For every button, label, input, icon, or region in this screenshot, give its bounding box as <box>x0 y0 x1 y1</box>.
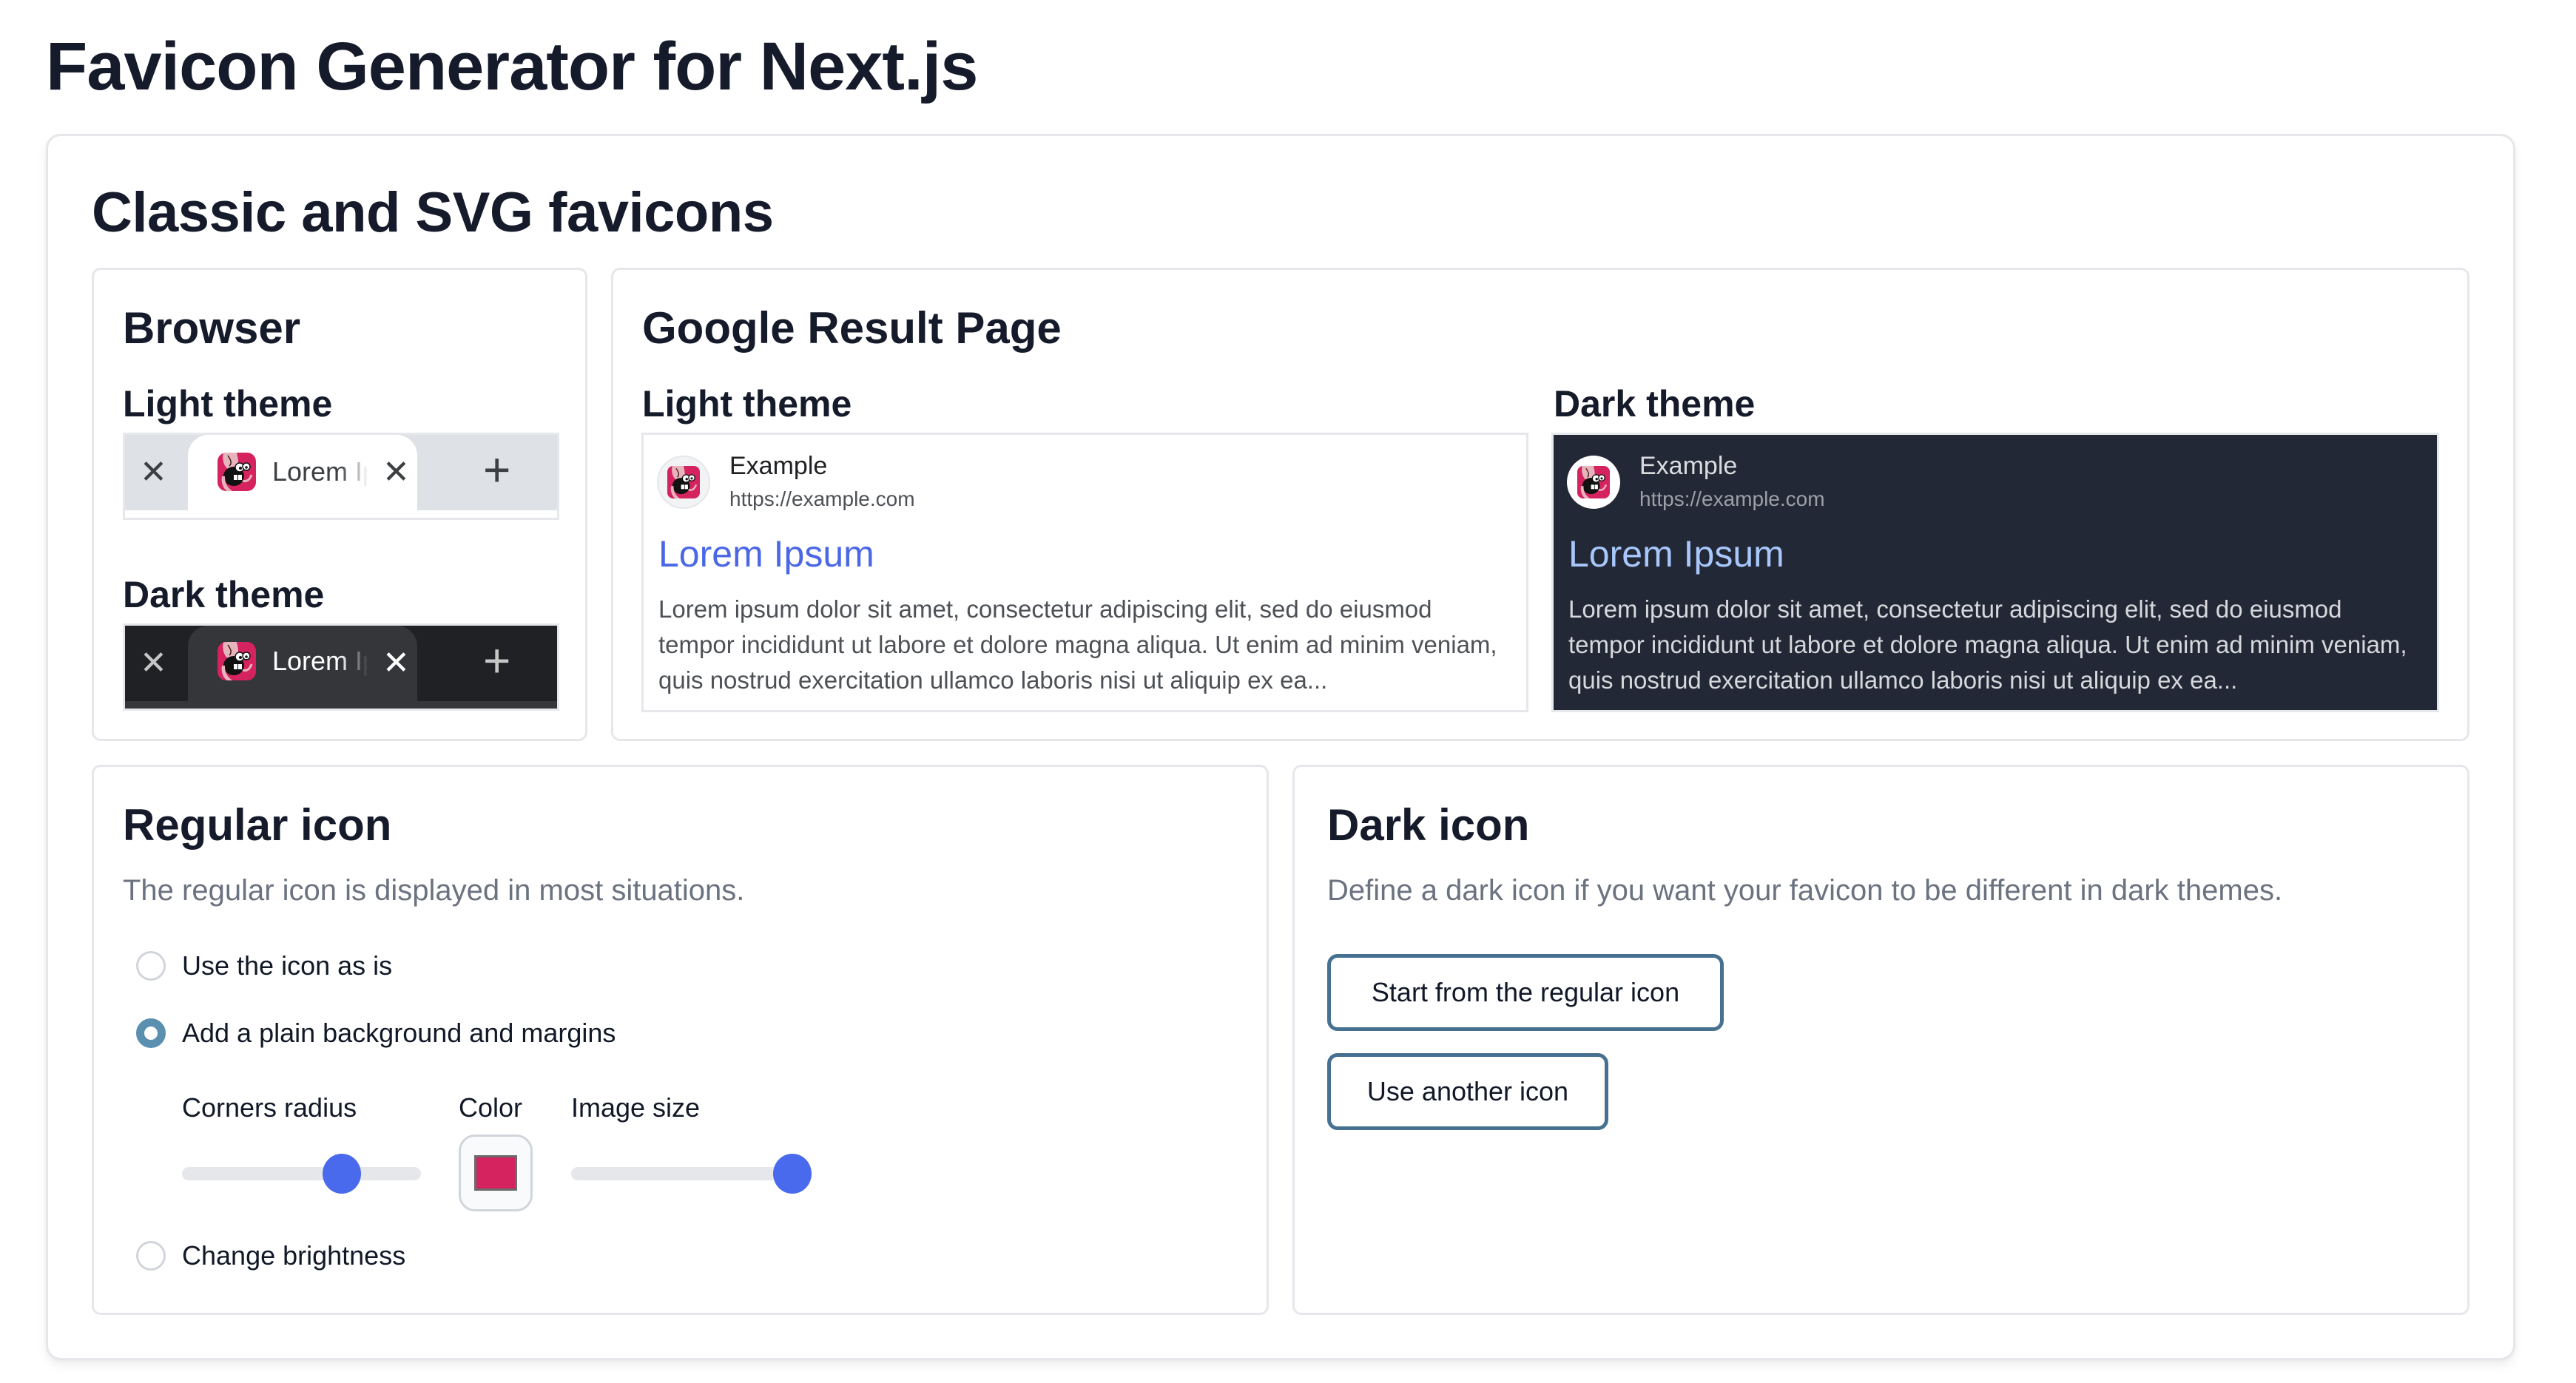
image-size-label: Image size <box>571 1092 701 1123</box>
favicon-icon <box>667 466 700 498</box>
favicon-circle <box>657 456 710 509</box>
favicon-icon <box>218 453 256 491</box>
active-tab-close-icon[interactable]: ✕ <box>382 643 410 683</box>
corners-radius-slider[interactable] <box>182 1154 421 1194</box>
result-title-link[interactable]: Lorem Ipsum <box>658 531 874 577</box>
color-swatch <box>474 1155 517 1191</box>
google-light-preview: Example https://example.com Lorem Ipsum … <box>641 433 1528 712</box>
radio-change-brightness[interactable] <box>136 1241 166 1271</box>
tab-title-text: Lorem Ipsum <box>272 457 368 487</box>
site-url: https://example.com <box>729 487 915 510</box>
browser-title: Browser <box>123 303 301 353</box>
dark-icon-title: Dark icon <box>1327 800 1530 850</box>
slider-thumb[interactable] <box>773 1154 812 1194</box>
option-label: Use the icon as is <box>182 950 393 981</box>
google-dark-preview: Example https://example.com Lorem Ipsum … <box>1551 433 2439 712</box>
active-tab-close-icon[interactable]: ✕ <box>382 453 410 493</box>
option-label: Add a plain background and margins <box>182 1018 616 1048</box>
browser-dark-tabstrip: ✕ Lorem Ipsum ✕ + <box>123 623 559 711</box>
radio-plain-background[interactable] <box>136 1018 166 1048</box>
inactive-tab-close-icon[interactable]: ✕ <box>140 643 167 683</box>
section-title: Classic and SVG favicons <box>92 181 774 244</box>
new-tab-plus-icon[interactable]: + <box>483 446 510 493</box>
tab-title: Lorem Ipsum <box>272 457 368 487</box>
option-change-brightness[interactable]: Change brightness <box>136 1240 405 1272</box>
tab-title: Lorem Ipsum <box>272 646 368 676</box>
color-label: Color <box>459 1092 523 1123</box>
result-snippet: Lorem ipsum dolor sit amet, consectetur … <box>658 595 1497 694</box>
dark-icon-description: Define a dark icon if you want your favi… <box>1327 874 2283 907</box>
google-dark-label: Dark theme <box>1554 383 1756 425</box>
result-title-link[interactable]: Lorem Ipsum <box>1568 531 1784 577</box>
start-from-regular-icon-button[interactable]: Start from the regular icon <box>1327 954 1724 1031</box>
slider-thumb[interactable] <box>323 1154 362 1194</box>
favicon-circle <box>1567 456 1620 509</box>
result-snippet: Lorem ipsum dolor sit amet, consectetur … <box>1568 595 2407 694</box>
favicon-icon <box>218 642 256 680</box>
site-name: Example <box>729 452 828 480</box>
image-size-slider[interactable] <box>571 1154 812 1194</box>
site-url: https://example.com <box>1639 487 1825 510</box>
option-use-as-is[interactable]: Use the icon as is <box>136 950 392 982</box>
browser-light-label: Light theme <box>123 383 333 425</box>
google-light-label: Light theme <box>642 383 852 425</box>
tab-title-text: Lorem Ipsum <box>272 646 368 676</box>
use-another-icon-button[interactable]: Use another icon <box>1327 1053 1608 1130</box>
option-plain-background[interactable]: Add a plain background and margins <box>136 1017 616 1049</box>
browser-light-tabstrip: ✕ Lorem Ipsum ✕ + <box>123 433 559 520</box>
browser-dark-label: Dark theme <box>123 574 325 615</box>
regular-icon-title: Regular icon <box>123 800 392 850</box>
radio-use-as-is[interactable] <box>136 951 166 981</box>
google-title: Google Result Page <box>642 303 1062 353</box>
favicon-icon <box>1577 466 1610 498</box>
corners-radius-label: Corners radius <box>182 1092 357 1123</box>
slider-track <box>182 1167 421 1180</box>
option-label: Change brightness <box>182 1240 406 1271</box>
page-title: Favicon Generator for Next.js <box>46 29 978 104</box>
regular-icon-description: The regular icon is displayed in most si… <box>123 874 745 907</box>
inactive-tab-close-icon[interactable]: ✕ <box>140 453 167 493</box>
site-name: Example <box>1639 452 1738 480</box>
new-tab-plus-icon[interactable]: + <box>483 637 510 684</box>
color-picker[interactable] <box>459 1135 533 1211</box>
